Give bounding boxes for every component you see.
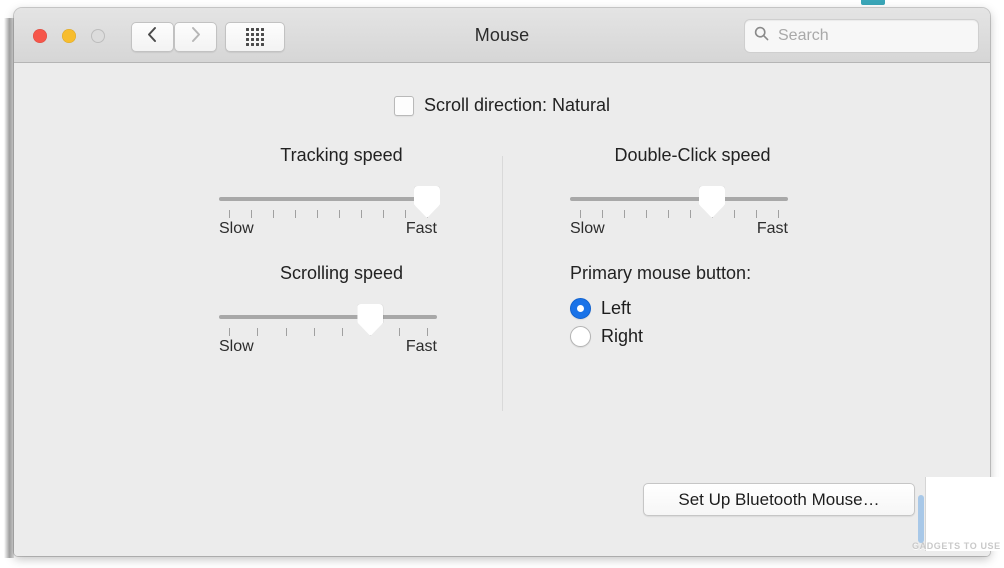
scroll-direction-checkbox[interactable] [393,95,414,116]
slider-low-label: Slow [219,338,254,355]
double-click-speed-group: Double-Click speed Slow Fast [570,145,815,238]
slider-high-label: Fast [405,220,437,237]
slider-high-label: Fast [756,220,788,237]
slider-low-label: Slow [570,220,605,237]
slider-track[interactable] [219,315,437,319]
tracking-speed-slider[interactable]: Slow Fast [219,186,464,238]
double-click-speed-slider[interactable]: Slow Fast [570,186,815,238]
overlay-scroll-bar [918,495,924,543]
primary-mouse-button-group: Primary mouse button: Left Right [570,263,870,354]
slider-track[interactable] [570,197,788,201]
overlay-panel [925,477,1004,551]
set-up-bluetooth-mouse-button[interactable]: Set Up Bluetooth Mouse… [643,483,915,516]
slider-high-label: Fast [405,338,437,355]
search-field[interactable] [744,19,979,53]
radio-left[interactable] [570,298,591,319]
search-icon [754,26,769,46]
scroll-direction-label: Scroll direction: Natural [423,95,611,115]
preferences-content: Scroll direction: Natural Tracking speed… [14,63,990,556]
window-left-shadow [4,18,14,558]
radio-left-label: Left [601,298,632,318]
tracking-speed-title: Tracking speed [280,145,403,165]
system-preferences-window: Mouse Scroll direction: Natural [14,8,990,556]
window-titlebar: Mouse [14,8,990,63]
watermark-text: GADGETS TO USE [912,541,1001,551]
slider-ticks [219,210,437,218]
scrolling-speed-title: Scrolling speed [279,263,404,283]
slider-track[interactable] [219,197,437,201]
scroll-direction-row[interactable]: Scroll direction: Natural [14,95,990,116]
primary-mouse-button-title: Primary mouse button: [570,263,752,283]
double-click-speed-title: Double-Click speed [614,145,771,165]
radio-row-right[interactable]: Right [570,326,870,347]
radio-right[interactable] [570,326,591,347]
tracking-speed-group: Tracking speed Slow Fast [219,145,464,238]
scrolling-speed-slider[interactable]: Slow Fast [219,304,464,356]
column-divider [502,156,503,411]
search-input[interactable] [776,26,965,46]
top-edge-artifact [861,0,885,5]
slider-ticks [570,210,788,218]
radio-right-label: Right [601,326,644,346]
slider-ticks [219,328,437,336]
scrolling-speed-group: Scrolling speed Slow Fast [219,263,464,356]
screen: Mouse Scroll direction: Natural [0,0,1004,568]
slider-low-label: Slow [219,220,254,237]
radio-row-left[interactable]: Left [570,298,870,319]
